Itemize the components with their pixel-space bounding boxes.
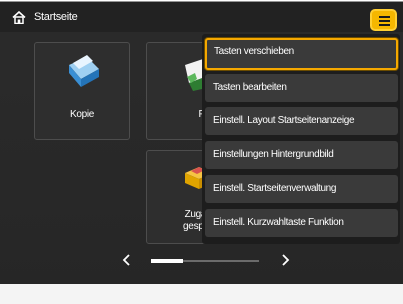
header-bar: Startseite — [0, 2, 403, 32]
chevron-right-icon[interactable] — [278, 252, 292, 268]
menu-item-edit-buttons[interactable]: Tasten bearbeiten — [205, 74, 398, 102]
hamburger-line — [379, 24, 390, 26]
copy-icon — [69, 55, 99, 87]
menu-item-shortcut-settings[interactable]: Einstell. Kurzwahltaste Funktion — [205, 209, 398, 237]
hamburger-menu-icon — [379, 16, 390, 18]
page-indicator-position — [151, 259, 184, 263]
menu-item-home-management[interactable]: Einstell. Startseitenverwaltung — [205, 175, 398, 203]
menu-item-background-settings[interactable]: Einstellungen Hintergrundbild — [205, 141, 398, 169]
home-icon[interactable] — [12, 11, 26, 24]
menu-button[interactable] — [370, 9, 397, 31]
home-screen: Startseite Kopie Fa — [0, 0, 403, 304]
chevron-left-icon[interactable] — [120, 252, 134, 268]
tile-copy[interactable]: Kopie — [34, 42, 130, 140]
page-indicator — [151, 259, 259, 263]
screen-bezel — [0, 284, 403, 304]
page-title: Startseite — [34, 11, 78, 23]
tile-copy-label: Kopie — [69, 109, 95, 120]
hamburger-line — [379, 20, 390, 22]
menu-item-move-buttons[interactable]: Tasten verschieben — [205, 38, 398, 70]
menu-item-layout-settings[interactable]: Einstell. Layout Startseitenanzeige — [205, 107, 398, 135]
